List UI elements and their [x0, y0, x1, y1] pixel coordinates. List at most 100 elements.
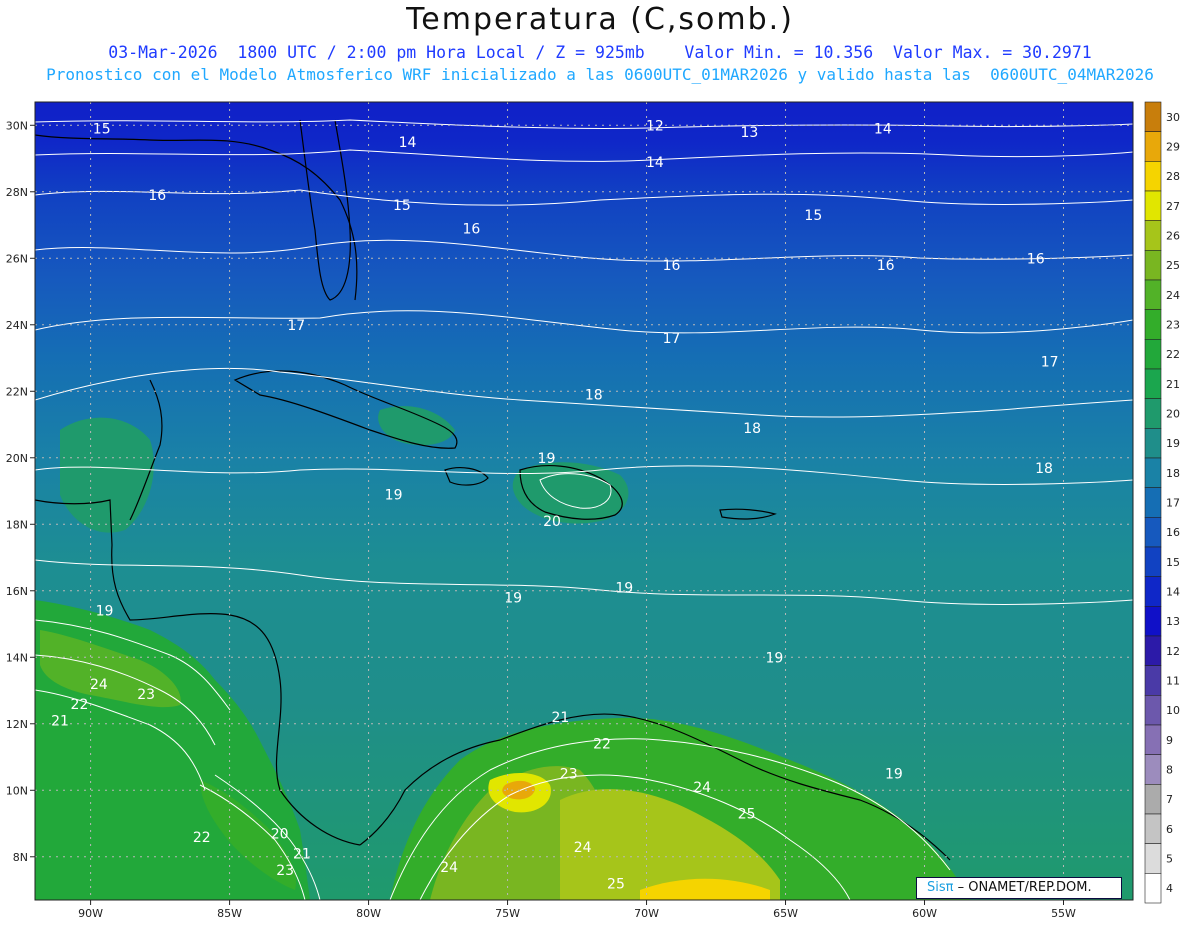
- colorbar-label: 30: [1166, 111, 1180, 124]
- lat-tick-label: 16N: [6, 585, 28, 598]
- colorbar-swatch: [1144, 250, 1162, 281]
- colorbar-swatch: [1144, 606, 1162, 637]
- contour-label: 19: [885, 767, 903, 783]
- contour-label: 18: [1035, 461, 1053, 477]
- colorbar-swatch: [1144, 161, 1162, 192]
- contour-label: 22: [71, 697, 89, 713]
- contour-label: 24: [90, 677, 108, 693]
- colorbar-label: 10: [1166, 704, 1180, 717]
- colorbar-swatch: [1144, 398, 1162, 429]
- colorbar-swatch: [1144, 576, 1162, 607]
- colorbar-label: 19: [1166, 437, 1180, 450]
- colorbar-label: 7: [1166, 793, 1173, 806]
- lat-tick-label: 8N: [13, 851, 28, 864]
- lat-tick-label: 24N: [6, 319, 28, 332]
- colorbar: 30 29 28 27 26 25 24 23 22 21 20 19 18 17 16 15 14 13 12 11…: [1144, 101, 1180, 904]
- lat-tick-label: 18N: [6, 518, 28, 531]
- colorbar-swatch: [1144, 131, 1162, 162]
- credit-text: – ONAMET/REP.DOM.: [957, 880, 1092, 895]
- colorbar-label: 13: [1166, 615, 1180, 628]
- contour-label: 16: [663, 258, 681, 274]
- lon-tick-label: 70W: [634, 907, 659, 920]
- colorbar-label: 20: [1166, 408, 1180, 421]
- colorbar-swatch: [1144, 190, 1162, 221]
- contour-label: 23: [137, 687, 155, 703]
- contour-label: 23: [276, 863, 294, 879]
- lon-tick-label: 60W: [912, 907, 937, 920]
- contour-label: 19: [385, 487, 403, 503]
- contour-label: 16: [148, 188, 166, 204]
- colorbar-swatch: [1144, 428, 1162, 459]
- colorbar-swatch: [1144, 695, 1162, 726]
- colorbar-label: 29: [1166, 141, 1180, 154]
- contour-label: 19: [504, 590, 522, 606]
- colorbar-swatch: [1144, 754, 1162, 785]
- credit-brand: Sisπ: [927, 880, 954, 895]
- contour-label: 14: [399, 135, 417, 151]
- contour-label: 15: [804, 208, 822, 224]
- contour-label: 15: [393, 198, 411, 214]
- colorbar-label: 22: [1166, 348, 1180, 361]
- colorbar-swatch: [1144, 873, 1162, 904]
- colorbar-swatch: [1144, 487, 1162, 518]
- contour-label: 14: [646, 155, 664, 171]
- contour-label: 21: [293, 846, 311, 862]
- contour-label: 25: [738, 807, 756, 823]
- contour-label: 22: [593, 737, 611, 753]
- contour-label: 16: [877, 258, 895, 274]
- lon-tick-label: 85W: [217, 907, 242, 920]
- colorbar-swatch: [1144, 339, 1162, 370]
- contour-label: 21: [551, 710, 569, 726]
- colorbar-swatch: [1144, 665, 1162, 696]
- colorbar-label: 23: [1166, 319, 1180, 332]
- colorbar-swatch: [1144, 101, 1162, 132]
- lon-tick-label: 55W: [1051, 907, 1076, 920]
- lon-tick-label: 80W: [356, 907, 381, 920]
- contour-label: 18: [585, 388, 603, 404]
- lat-tick-label: 22N: [6, 385, 28, 398]
- temperature-map: 15 14 12 13 14 14 16 15 15 16 16 16 16 17 17 17 18 18 18 19…: [6, 101, 1180, 920]
- colorbar-swatch: [1144, 309, 1162, 340]
- contour-label: 19: [615, 580, 633, 596]
- contour-label: 24: [440, 860, 458, 876]
- colorbar-swatch: [1144, 546, 1162, 577]
- contour-label: 17: [663, 331, 681, 347]
- colorbar-swatch: [1144, 457, 1162, 488]
- colorbar-label: 26: [1166, 230, 1180, 243]
- colorbar-label: 25: [1166, 259, 1180, 272]
- colorbar-label: 4: [1166, 882, 1173, 895]
- colorbar-label: 11: [1166, 675, 1180, 688]
- contour-label: 21: [51, 713, 69, 729]
- lon-tick-label: 90W: [78, 907, 103, 920]
- colorbar-swatch: [1144, 635, 1162, 666]
- lon-tick-label: 65W: [773, 907, 798, 920]
- contour-label: 16: [1027, 251, 1045, 267]
- lat-tick-label: 14N: [6, 651, 28, 664]
- colorbar-label: 24: [1166, 289, 1180, 302]
- colorbar-label: 14: [1166, 586, 1180, 599]
- contour-label: 22: [193, 830, 211, 846]
- contour-label: 24: [574, 840, 592, 856]
- lat-tick-label: 20N: [6, 452, 28, 465]
- colorbar-label: 12: [1166, 645, 1180, 658]
- lat-tick-label: 28N: [6, 186, 28, 199]
- contour-label: 23: [560, 767, 578, 783]
- contour-label: 19: [96, 604, 114, 620]
- colorbar-swatch: [1144, 279, 1162, 310]
- credit-box: Sisπ – ONAMET/REP.DOM.: [916, 877, 1122, 899]
- contour-label: 25: [607, 876, 625, 892]
- colorbar-swatch: [1144, 220, 1162, 251]
- colorbar-label: 15: [1166, 556, 1180, 569]
- contour-label: 12: [646, 118, 664, 134]
- colorbar-label: 21: [1166, 378, 1180, 391]
- contour-label: 14: [874, 122, 892, 138]
- colorbar-swatch: [1144, 843, 1162, 874]
- colorbar-swatch: [1144, 368, 1162, 399]
- colorbar-label: 9: [1166, 734, 1173, 747]
- lat-tick-label: 10N: [6, 784, 28, 797]
- contour-label: 17: [1041, 354, 1059, 370]
- contour-label: 24: [693, 780, 711, 796]
- contour-label: 20: [543, 514, 561, 530]
- lat-tick-label: 12N: [6, 718, 28, 731]
- colorbar-label: 17: [1166, 497, 1180, 510]
